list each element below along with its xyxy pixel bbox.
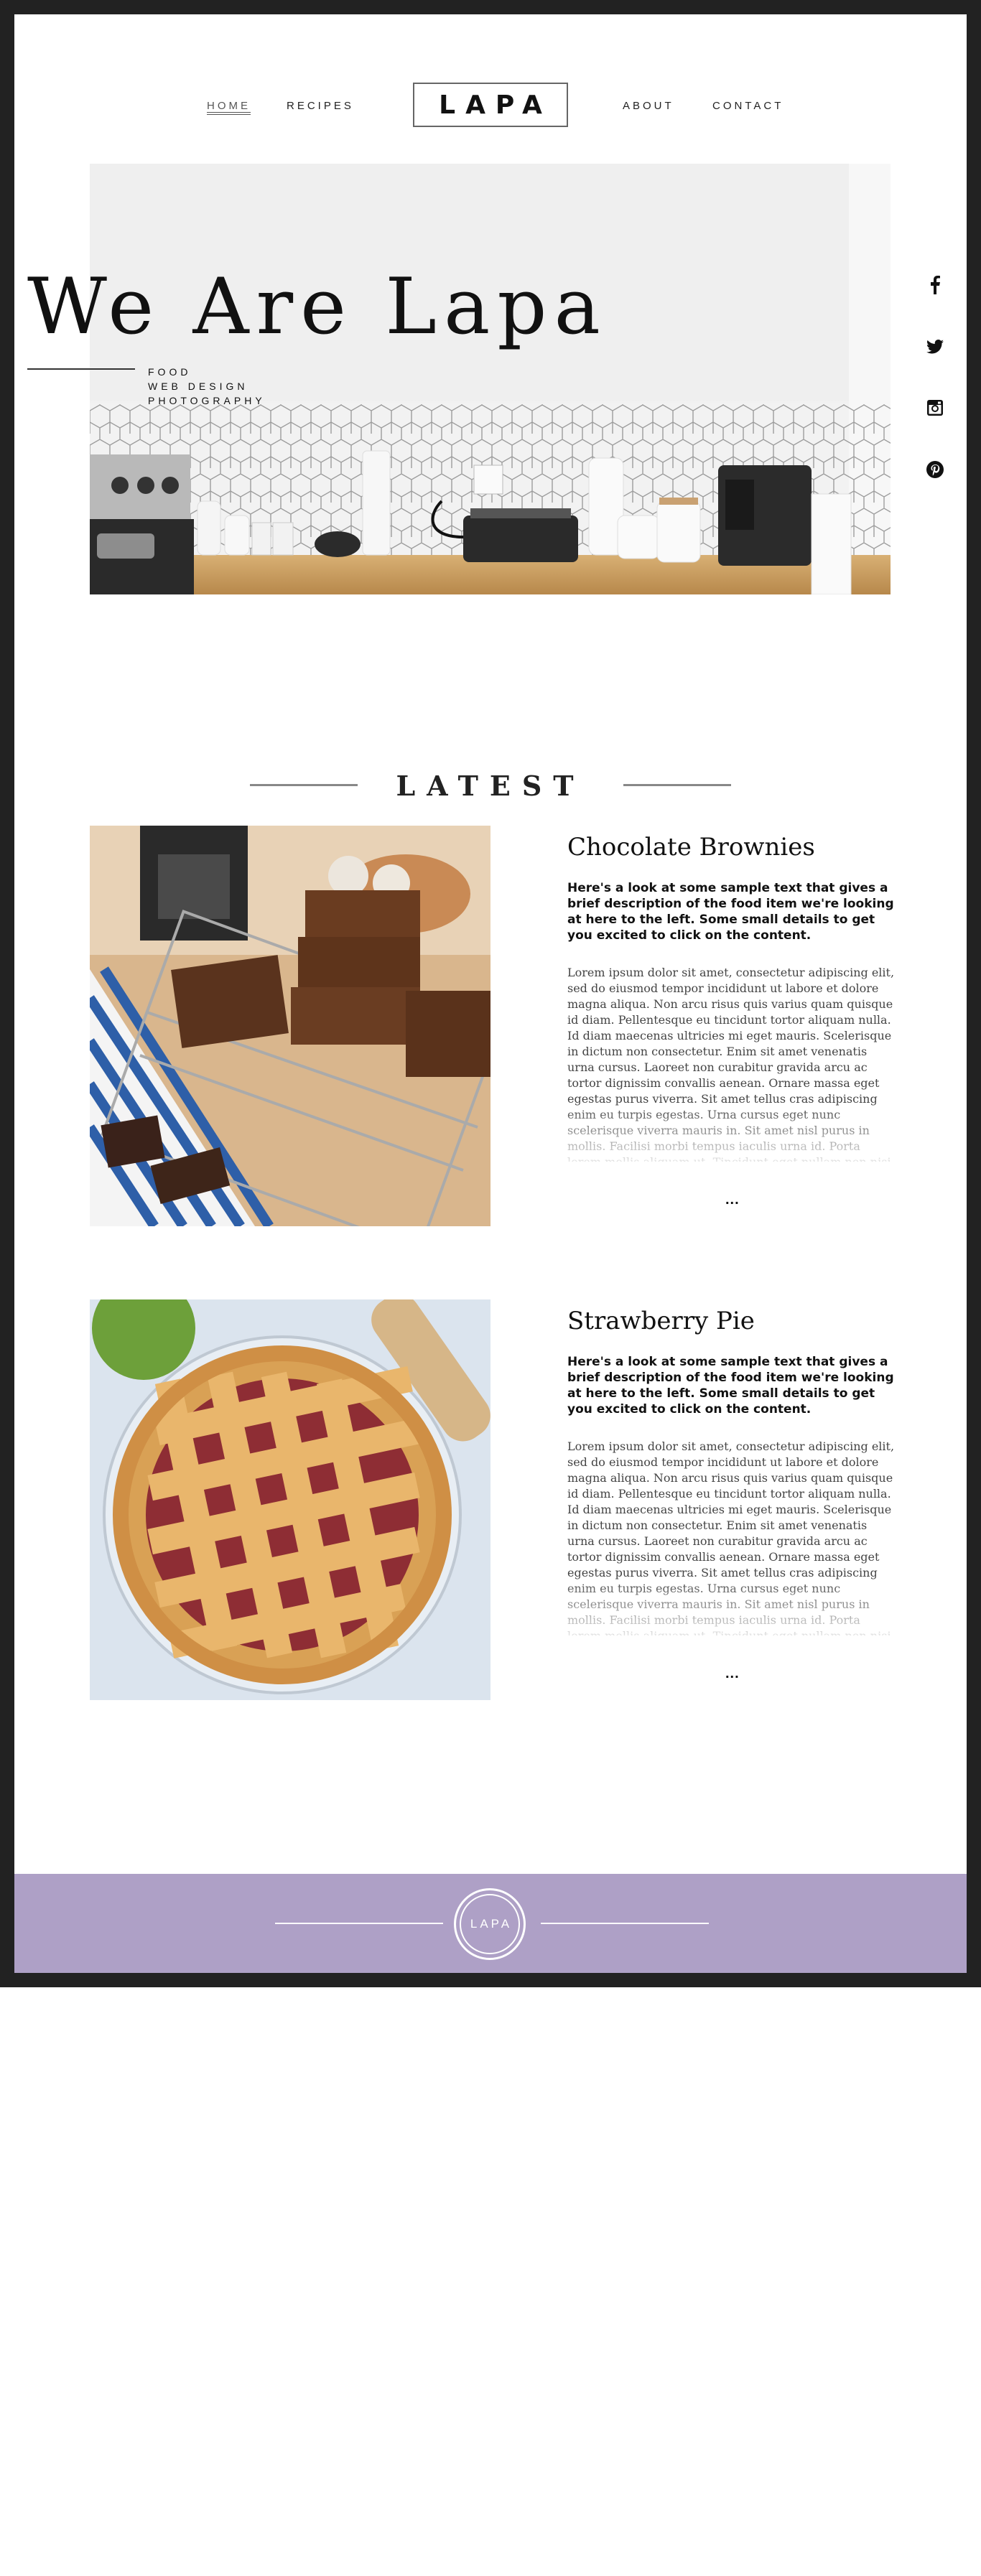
footer-logo[interactable]: LAPA	[454, 1888, 526, 1960]
post-intro: Here's a look at some sample text that g…	[567, 1355, 894, 1417]
twitter-icon	[926, 340, 944, 354]
logo-text: LAPA	[439, 90, 552, 120]
post-image-strawberry-pie[interactable]	[90, 1299, 490, 1700]
hero-title: We Are Lapa	[27, 262, 608, 352]
footer-left-line	[275, 1923, 443, 1924]
instagram-icon	[927, 400, 943, 416]
site-logo[interactable]: LAPA	[413, 83, 568, 127]
facebook-link[interactable]	[921, 271, 949, 299]
post-body-text: Lorem ipsum dolor sit amet, consectetur …	[567, 1439, 895, 1635]
hero-divider	[27, 368, 135, 370]
latest-right-line	[623, 784, 731, 786]
tagline-food: FOOD	[148, 366, 192, 378]
nav-contact-link[interactable]: CONTACT	[712, 100, 784, 112]
nav-home-link[interactable]: HOME	[207, 100, 251, 112]
latest-title: LATEST	[396, 770, 585, 802]
tagline-photography: PHOTOGRAPHY	[148, 395, 266, 406]
pinterest-link[interactable]	[921, 455, 949, 484]
main-nav: HOME RECIPES LAPA ABOUT CONTACT	[14, 83, 967, 127]
post-intro: Here's a look at some sample text that g…	[567, 881, 894, 943]
latest-section-header: LATEST	[14, 770, 967, 802]
twitter-link[interactable]	[921, 332, 949, 361]
post-content-strawberry-pie: Strawberry Pie Here's a look at some sam…	[567, 1307, 895, 1681]
site-footer: LAPA	[14, 1874, 967, 1973]
page-frame: HOME RECIPES LAPA ABOUT CONTACT We Are L…	[0, 0, 981, 1987]
nav-about-link[interactable]: ABOUT	[623, 100, 674, 112]
post-content-brownies: Chocolate Brownies Here's a look at some…	[567, 833, 895, 1208]
page: HOME RECIPES LAPA ABOUT CONTACT We Are L…	[14, 14, 967, 1973]
post-body-text: Lorem ipsum dolor sit amet, consectetur …	[567, 966, 895, 1162]
instagram-link[interactable]	[921, 393, 949, 422]
footer-logo-text: LAPA	[460, 1894, 520, 1954]
pinterest-icon	[926, 461, 944, 478]
tagline-web-design: WEB DESIGN	[148, 381, 248, 392]
facebook-icon	[931, 276, 940, 294]
post-title[interactable]: Strawberry Pie	[567, 1307, 895, 1335]
post-image-brownies[interactable]	[90, 826, 490, 1226]
read-more-button[interactable]: ...	[725, 1666, 740, 1682]
hero-tagline: FOOD WEB DESIGN PHOTOGRAPHY	[148, 365, 266, 408]
footer-right-line	[541, 1923, 709, 1924]
post-title[interactable]: Chocolate Brownies	[567, 833, 895, 862]
read-more-button[interactable]: ...	[725, 1192, 740, 1208]
nav-recipes-link[interactable]: RECIPES	[287, 100, 354, 112]
